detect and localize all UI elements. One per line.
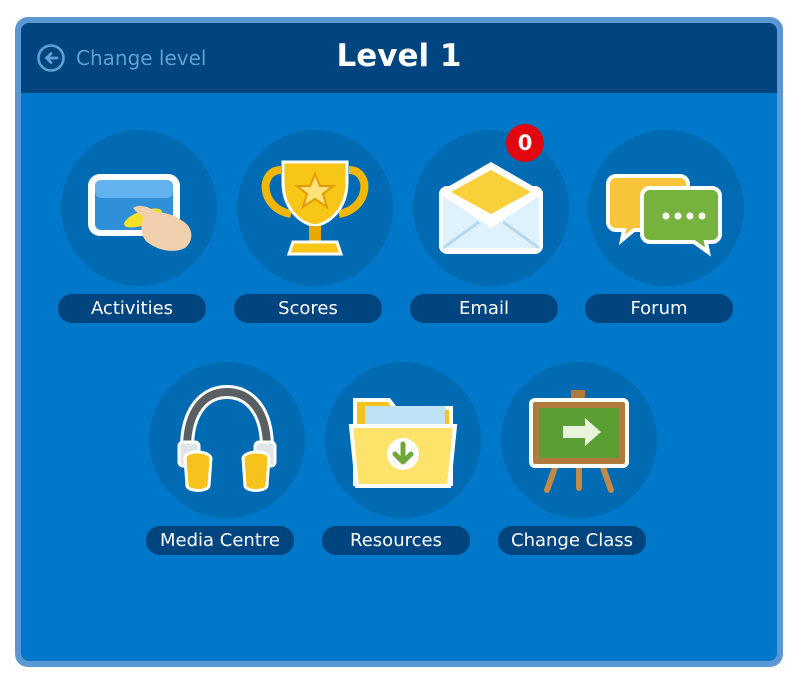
chat-bubbles-icon xyxy=(606,174,722,257)
tile-media-centre[interactable]: Media Centre xyxy=(146,362,306,558)
folder-download-icon xyxy=(348,398,458,488)
main-panel: Change level Level 1 Activities Scores 0… xyxy=(21,23,777,661)
tile-label: Change Class xyxy=(498,526,646,555)
tile-label: Email xyxy=(410,294,558,323)
tile-label: Activities xyxy=(58,294,206,323)
tile-change-class[interactable]: Change Class xyxy=(498,362,658,558)
tile-scores[interactable]: Scores xyxy=(234,130,394,326)
page-title: Level 1 xyxy=(336,38,462,74)
tile-activities[interactable]: Activities xyxy=(58,130,218,326)
tile-email[interactable]: 0 Email xyxy=(410,124,570,326)
tile-resources[interactable]: Resources xyxy=(322,362,482,558)
envelope-icon xyxy=(439,162,543,254)
headphones-icon xyxy=(177,384,277,492)
tile-label: Scores xyxy=(234,294,382,323)
tile-forum[interactable]: Forum xyxy=(585,130,745,326)
tile-label: Media Centre xyxy=(146,526,294,555)
tile-label: Forum xyxy=(585,294,733,323)
trophy-icon xyxy=(261,160,369,256)
header-bar: Change level Level 1 xyxy=(21,23,777,93)
tablet-touch-icon xyxy=(88,174,192,251)
tile-label: Resources xyxy=(322,526,470,555)
email-unread-badge: 0 xyxy=(506,124,544,162)
easel-arrow-icon xyxy=(529,390,629,493)
